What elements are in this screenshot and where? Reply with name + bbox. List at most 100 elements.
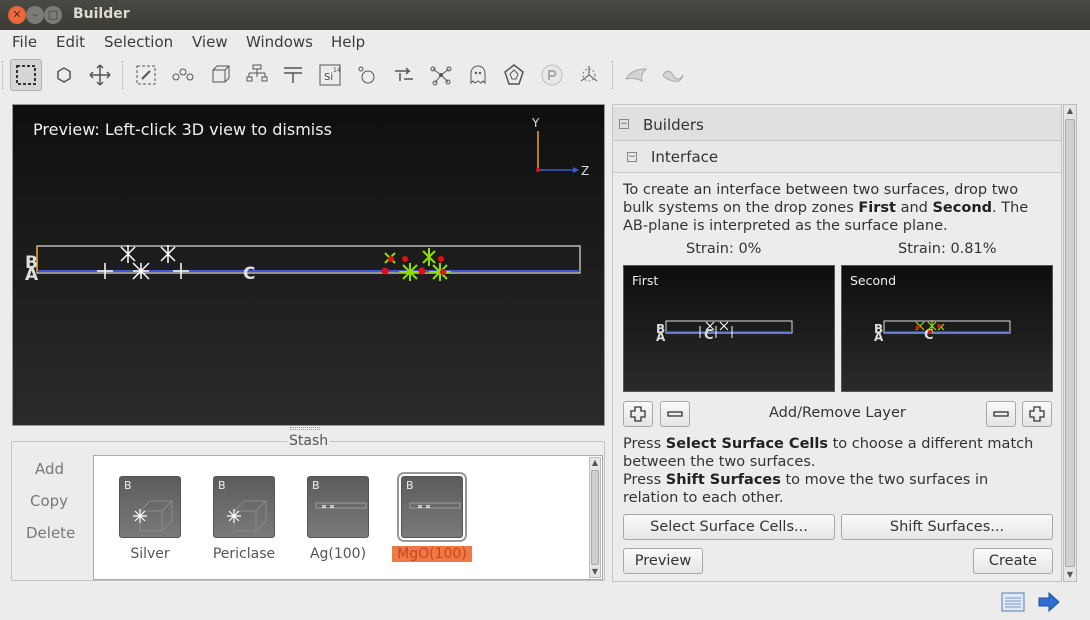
scroll-thumb[interactable]	[1065, 119, 1075, 567]
builders-header[interactable]: − Builders	[613, 107, 1061, 141]
first-drop-zone[interactable]: First B A C	[623, 265, 835, 392]
interface-description: To create an interface between two surfa…	[623, 182, 1029, 234]
menu-windows[interactable]: Windows	[246, 33, 313, 51]
add-layer-first-button[interactable]	[623, 401, 653, 427]
collapse-icon[interactable]: −	[619, 119, 629, 129]
stash-scrollbar[interactable]: ▲ ▼	[589, 457, 601, 578]
molecule-icon[interactable]	[351, 59, 383, 91]
builders-title: Builders	[643, 116, 704, 134]
stash-thumbnail: B	[307, 476, 369, 538]
menu-selection[interactable]: Selection	[104, 33, 173, 51]
remove-layer-first-button[interactable]	[660, 401, 690, 427]
axes-icon[interactable]	[573, 59, 605, 91]
remove-layer-second-button[interactable]	[986, 401, 1016, 427]
interface-instructions: Press Select Surface Cells to choose a d…	[623, 436, 1034, 506]
mgo-atoms	[384, 248, 451, 281]
splitter-handle[interactable]	[290, 427, 320, 430]
menu-help[interactable]: Help	[331, 33, 365, 51]
stash-thumbnail: B	[397, 472, 467, 542]
interface-title: Interface	[651, 148, 719, 166]
select-surface-cells-button[interactable]: Select Surface Cells...	[623, 514, 835, 540]
minus-icon	[993, 411, 1009, 417]
scroll-down-icon[interactable]: ▼	[590, 567, 600, 577]
unit-cell-outline	[36, 245, 581, 274]
builders-scrollbar[interactable]: ▲ ▼	[1063, 104, 1077, 582]
edit-selection-icon[interactable]	[130, 59, 162, 91]
toolbar-separator	[122, 61, 124, 89]
minimize-window-button[interactable]: –	[26, 6, 44, 24]
strain-first: Strain: 0%	[686, 241, 762, 257]
close-window-button[interactable]: ✕	[8, 6, 26, 24]
axis-x-dot	[536, 168, 540, 172]
svg-text:C: C	[704, 328, 714, 343]
preview-button[interactable]: Preview	[623, 548, 703, 574]
second-structure-preview: B A C	[874, 320, 1011, 344]
log-icon[interactable]	[1000, 590, 1026, 614]
add-remove-layer-label: Add/Remove Layer	[769, 405, 906, 421]
stash-item-periclase[interactable]: B Periclase	[204, 476, 284, 562]
axis-z-arrow	[573, 167, 579, 173]
send-arrow-icon[interactable]	[1036, 590, 1062, 614]
stash-item-label: Silver	[130, 546, 170, 562]
stash-item-mgo100[interactable]: B MgO(100)	[392, 472, 472, 562]
first-structure-preview: B A C	[656, 320, 793, 344]
plus-icon	[630, 406, 646, 422]
svg-text:A: A	[656, 330, 666, 344]
scroll-down-icon[interactable]: ▼	[1064, 569, 1076, 581]
cube-icon[interactable]	[204, 59, 236, 91]
stash-list: B Silver B Periclase B Ag(100) B MgO(100…	[93, 455, 603, 580]
stash-item-silver[interactable]: B Silver	[110, 476, 190, 562]
stash-item-label: Periclase	[212, 546, 276, 562]
collapse-icon[interactable]: −	[627, 152, 637, 162]
cell-label-c: C	[243, 264, 255, 284]
network-icon[interactable]	[425, 59, 457, 91]
shift-surfaces-button[interactable]: Shift Surfaces...	[841, 514, 1053, 540]
tree-icon[interactable]	[241, 59, 273, 91]
stash-delete-button[interactable]: Delete	[26, 524, 75, 542]
minus-icon	[667, 411, 683, 417]
cell-label-a: A	[25, 265, 39, 285]
stash-thumbnail: B	[119, 476, 181, 538]
scroll-thumb[interactable]	[591, 470, 599, 565]
python-icon[interactable]	[536, 59, 568, 91]
stash-item-label: MgO(100)	[392, 546, 472, 562]
title-bar: ✕ – □ Builder	[0, 0, 1090, 30]
move-icon[interactable]	[84, 59, 116, 91]
scroll-up-icon[interactable]: ▲	[590, 458, 600, 468]
chain-icon[interactable]	[167, 59, 199, 91]
3d-viewer[interactable]: Preview: Left-click 3D view to dismiss Y…	[12, 104, 605, 426]
create-button[interactable]: Create	[973, 548, 1053, 574]
polyhedron-icon[interactable]	[498, 59, 530, 91]
hexagon-icon[interactable]	[48, 59, 80, 91]
stash-item-label: Ag(100)	[309, 546, 367, 562]
interface-header[interactable]: − Interface	[613, 141, 1061, 173]
layers-icon[interactable]	[277, 59, 309, 91]
stash-add-button[interactable]: Add	[35, 460, 64, 478]
second-drop-zone[interactable]: Second B A C	[841, 265, 1053, 392]
surface-icon[interactable]	[620, 59, 652, 91]
window-title: Builder	[73, 6, 130, 22]
element-number: 14	[333, 67, 341, 74]
toolbar-grip	[2, 61, 4, 89]
builders-panel: − Builders − Interface To create an inte…	[612, 104, 1062, 582]
menu-view[interactable]: View	[192, 33, 228, 51]
menu-edit[interactable]: Edit	[56, 33, 85, 51]
select-rectangle-icon[interactable]	[10, 59, 42, 91]
ghost-icon[interactable]	[462, 59, 494, 91]
arrows-icon[interactable]	[388, 59, 420, 91]
periodic-element-icon[interactable]: Si 14	[314, 59, 346, 91]
scroll-up-icon[interactable]: ▲	[1064, 105, 1076, 117]
stash-copy-button[interactable]: Copy	[30, 492, 68, 510]
maximize-window-button[interactable]: □	[44, 6, 62, 24]
silver-atoms	[97, 245, 189, 280]
axis-z-label: Z	[581, 164, 589, 178]
stash-item-ag100[interactable]: B Ag(100)	[298, 476, 378, 562]
toolbar: Si 14	[0, 55, 1090, 95]
menu-file[interactable]: File	[12, 33, 37, 51]
plus-icon	[1029, 406, 1045, 422]
menu-bar: File Edit Selection View Windows Help	[0, 30, 1090, 55]
toolbar-separator	[612, 61, 614, 89]
add-layer-second-button[interactable]	[1022, 401, 1052, 427]
svg-text:A: A	[874, 330, 884, 344]
wave-icon[interactable]	[657, 59, 689, 91]
